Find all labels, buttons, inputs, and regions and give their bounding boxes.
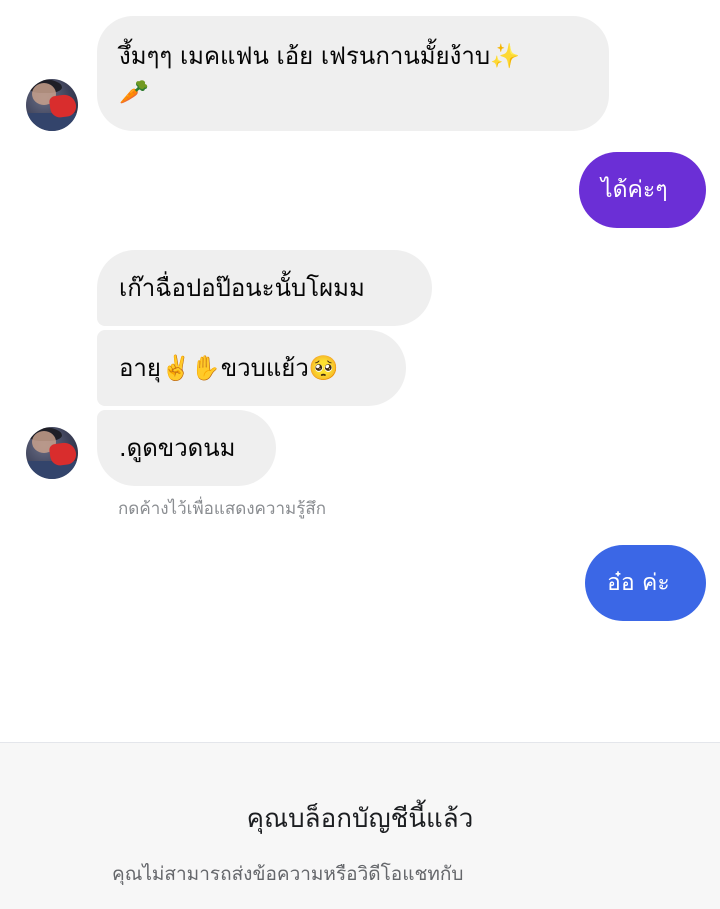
message-text: อ๋อ ค่ะ <box>607 570 670 596</box>
blocked-title: คุณบล็อกบัญชีนี้แล้ว <box>246 804 474 834</box>
message-text: อายุ✌️✋ขวบแย้ว🥺 <box>119 354 339 382</box>
contact-avatar[interactable] <box>26 79 78 131</box>
reaction-hint: กดค้างไว้เพื่อแสดงความรู้สึก <box>118 499 327 519</box>
incoming-message[interactable]: .ดูดขวดนม <box>97 410 276 486</box>
blocked-banner: คุณบล็อกบัญชีนี้แล้ว คุณไม่สามารถส่งข้อค… <box>0 742 720 909</box>
outgoing-message[interactable]: อ๋อ ค่ะ <box>585 545 706 621</box>
message-text: เก๊าฉื่อปอป๊อนะนั้บโผมม <box>119 274 365 302</box>
message-text: .ดูดขวดนม <box>119 434 236 462</box>
blocked-subtitle: คุณไม่สามารถส่งข้อความหรือวิดีโอแชทกับ <box>112 863 464 885</box>
contact-avatar[interactable] <box>26 427 78 479</box>
message-text: ได้ค่ะๆ <box>601 177 668 203</box>
message-text-line2: 🥕 <box>119 78 149 106</box>
incoming-message[interactable]: อายุ✌️✋ขวบแย้ว🥺 <box>97 330 406 406</box>
chat-thread: งึ้มๆๆ เมคแฟน เอ้ย เฟรนกานมั้ยง้าบ✨ 🥕 ได… <box>0 0 720 742</box>
outgoing-message[interactable]: ได้ค่ะๆ <box>579 152 706 228</box>
incoming-message[interactable]: งึ้มๆๆ เมคแฟน เอ้ย เฟรนกานมั้ยง้าบ✨ 🥕 <box>97 16 609 131</box>
incoming-message[interactable]: เก๊าฉื่อปอป๊อนะนั้บโผมม <box>97 250 432 326</box>
message-text: งึ้มๆๆ เมคแฟน เอ้ย เฟรนกานมั้ยง้าบ✨ <box>119 42 520 70</box>
